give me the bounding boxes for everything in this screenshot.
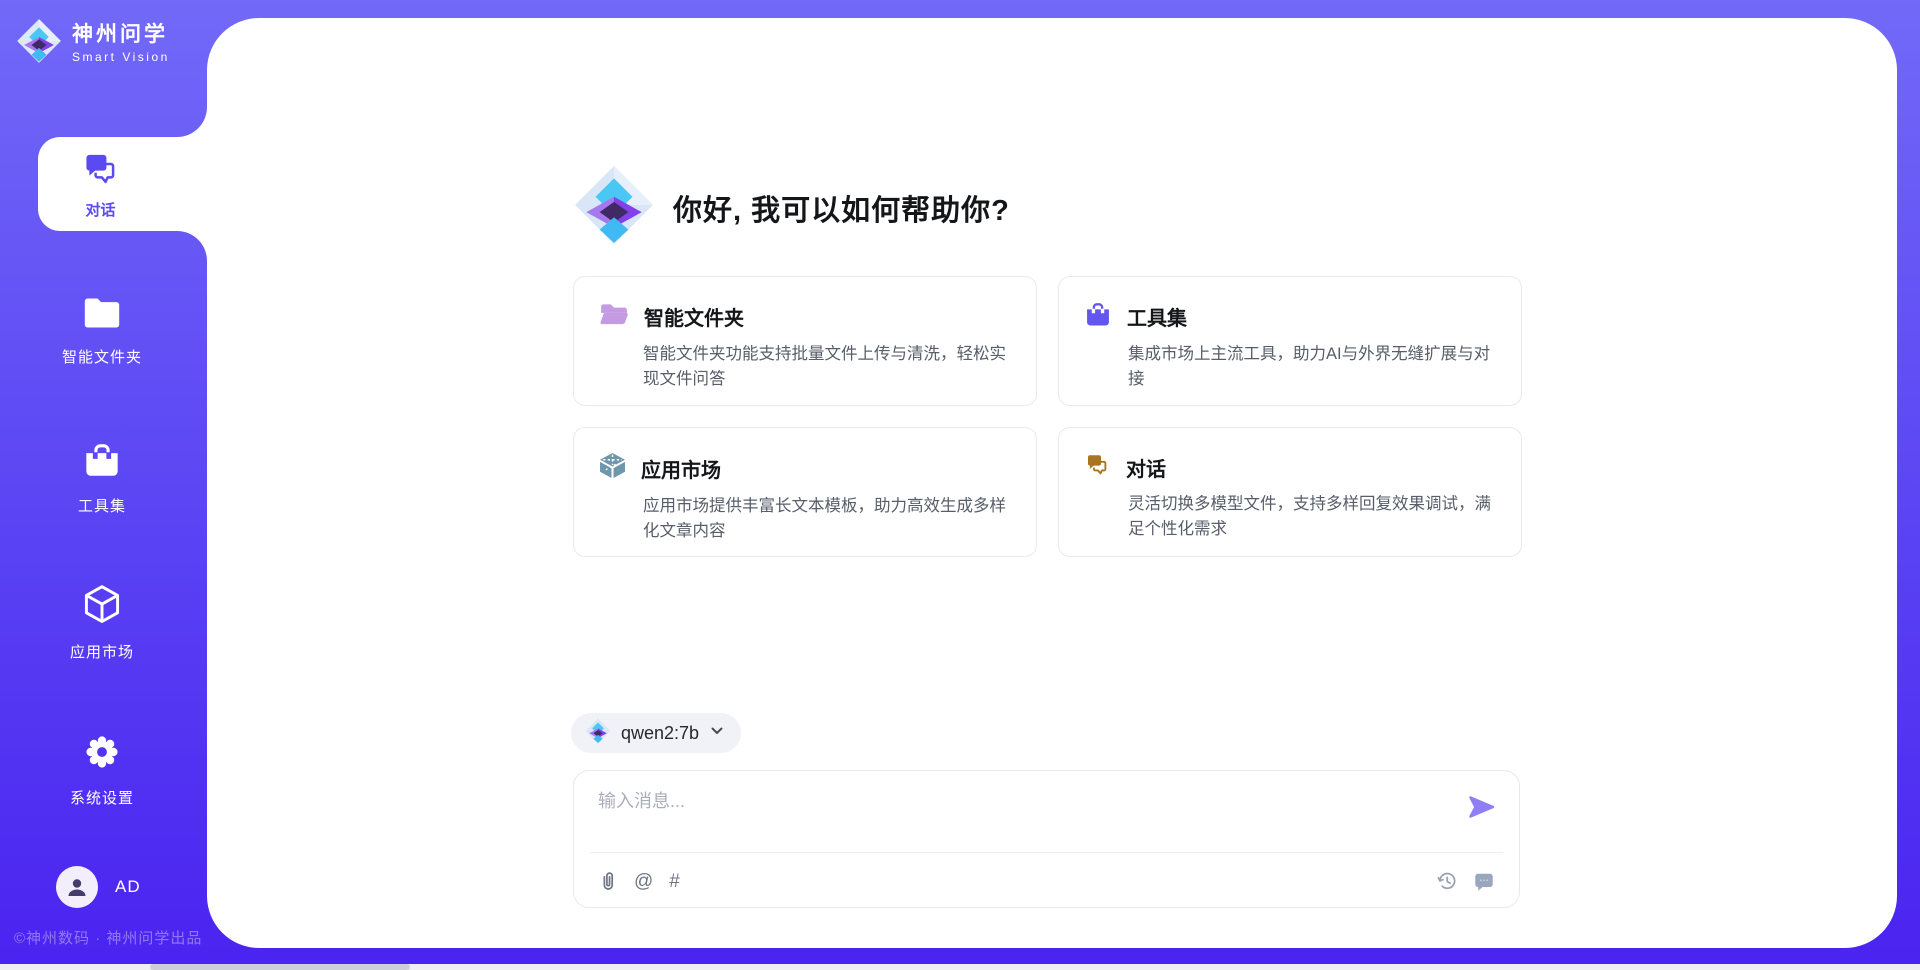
model-selector[interactable]: qwen2:7b [571, 713, 741, 753]
model-name: qwen2:7b [621, 723, 699, 744]
folder-icon [80, 294, 124, 337]
user-profile[interactable]: AD [56, 866, 141, 908]
sidebar-item-smart-folder[interactable]: 智能文件夹 [0, 294, 204, 367]
attachment-icon[interactable] [598, 870, 618, 892]
sidebar-item-label: 应用市场 [70, 641, 134, 662]
conversations-icon[interactable] [1473, 871, 1495, 892]
chevron-down-icon [709, 723, 725, 744]
main-panel: 你好, 我可以如何帮助你? 智能文件夹 智能文件夹功能支持批量文件上传与清洗，轻… [207, 18, 1897, 948]
topic-icon[interactable]: # [669, 872, 680, 891]
tab-curve-top [177, 107, 207, 137]
sidebar-item-app-market[interactable]: 应用市场 [0, 583, 204, 662]
composer-divider [590, 852, 1503, 853]
sidebar-item-label: 工具集 [78, 495, 126, 516]
sidebar: 神州问学 Smart Vision 对话 智能文件夹 工具集 [0, 0, 207, 970]
card-title: 工具集 [1127, 302, 1187, 331]
gear-icon [81, 731, 123, 778]
folder-open-icon [599, 301, 629, 332]
card-title: 智能文件夹 [644, 302, 744, 331]
brand-title: 神州问学 [72, 23, 170, 47]
sidebar-item-label: 智能文件夹 [62, 346, 142, 367]
briefcase-icon [1084, 301, 1112, 332]
message-composer: @ # [573, 770, 1520, 908]
copyright-text: ©神州数码 · 神州问学出品 [14, 927, 202, 948]
history-icon[interactable] [1436, 870, 1458, 892]
scrollbar-thumb[interactable] [150, 964, 410, 970]
send-icon[interactable] [1468, 795, 1495, 819]
feature-cards: 智能文件夹 智能文件夹功能支持批量文件上传与清洗，轻松实现文件问答 工具集 集成… [573, 276, 1522, 557]
chat-bubbles-icon [1084, 452, 1111, 482]
greeting: 你好, 我可以如何帮助你? [573, 164, 1010, 251]
card-title: 对话 [1126, 453, 1166, 482]
tab-curve-bottom [177, 231, 207, 261]
sidebar-item-chat[interactable]: 对话 [38, 137, 207, 231]
sidebar-item-toolset[interactable]: 工具集 [0, 441, 204, 516]
avatar [56, 866, 98, 908]
card-title: 应用市场 [641, 454, 721, 483]
card-chat[interactable]: 对话 灵活切换多模型文件，支持多样回复效果调试，满足个性化需求 [1058, 427, 1522, 557]
card-toolset[interactable]: 工具集 集成市场上主流工具，助力AI与外界无缝扩展与对接 [1058, 276, 1522, 406]
card-description: 灵活切换多模型文件，支持多样回复效果调试，满足个性化需求 [1128, 492, 1495, 542]
diamond-logo-icon [573, 164, 655, 251]
sidebar-item-label: 系统设置 [70, 787, 134, 808]
card-app-market[interactable]: 应用市场 应用市场提供丰富长文本模板，助力高效生成多样化文章内容 [573, 427, 1037, 557]
sidebar-item-label: 对话 [85, 199, 115, 220]
grid-cube-icon [599, 452, 626, 484]
sidebar-item-settings[interactable]: 系统设置 [0, 731, 204, 808]
card-description: 集成市场上主流工具，助力AI与外界无缝扩展与对接 [1128, 342, 1495, 392]
mention-icon[interactable]: @ [634, 872, 653, 891]
card-smart-folder[interactable]: 智能文件夹 智能文件夹功能支持批量文件上传与清洗，轻松实现文件问答 [573, 276, 1037, 406]
message-input[interactable] [598, 787, 1458, 845]
diamond-logo-icon [585, 718, 611, 749]
cube-icon [80, 583, 124, 632]
card-description: 智能文件夹功能支持批量文件上传与清洗，轻松实现文件问答 [643, 342, 1010, 392]
user-name: AD [115, 877, 141, 897]
chat-bubbles-icon [80, 149, 122, 194]
brand-subtitle: Smart Vision [72, 50, 170, 64]
toolbox-icon [81, 441, 123, 486]
horizontal-scrollbar [0, 964, 1920, 970]
page-title: 你好, 我可以如何帮助你? [673, 187, 1010, 229]
card-description: 应用市场提供丰富长文本模板，助力高效生成多样化文章内容 [643, 494, 1010, 544]
diamond-logo-icon [16, 18, 62, 69]
brand: 神州问学 Smart Vision [16, 18, 170, 69]
person-icon [65, 875, 89, 899]
